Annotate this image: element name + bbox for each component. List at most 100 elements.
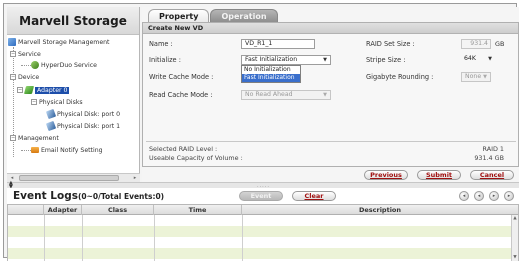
- event-log-title-text: Event Logs: [13, 190, 78, 202]
- stripe-size-selected-value: 64K: [464, 55, 476, 62]
- storage-manager-icon: [8, 38, 16, 46]
- tree-group-device-label: Device: [18, 73, 40, 81]
- application-frame: Marvell Storage Marvell Storage Manageme…: [3, 3, 519, 261]
- name-label: Name :: [149, 40, 173, 48]
- tree-item-disk-1-label: Physical Disk: port 1: [57, 122, 121, 130]
- tree-item-disk-0[interactable]: Physical Disk: port 0: [45, 108, 121, 120]
- raid-set-size-input[interactable]: 931.4: [461, 39, 491, 49]
- column-header-description[interactable]: Description: [242, 205, 518, 215]
- read-cache-selected-value: No Read Ahead: [245, 91, 293, 98]
- device-tree: Marvell Storage Management − Service Hyp…: [7, 35, 139, 165]
- table-row[interactable]: [8, 248, 511, 259]
- last-page-icon[interactable]: ▸: [504, 191, 514, 201]
- tree-connector: [21, 65, 31, 66]
- submit-button[interactable]: Submit: [417, 170, 461, 180]
- event-log-header: Event Logs(0~0/Total Events:0) Event Cle…: [7, 188, 519, 203]
- tree-root[interactable]: Marvell Storage Management: [8, 37, 109, 47]
- horizontal-scrollbar[interactable]: ◂ ▸: [7, 173, 140, 182]
- tree-item-email-notify[interactable]: Email Notify Setting: [31, 145, 103, 155]
- form-header: Create New VD: [143, 23, 518, 34]
- tab-bar: Property Operation: [142, 7, 519, 22]
- dropdown-arrow-icon[interactable]: ▼: [321, 57, 329, 63]
- stripe-size-label: Stripe Size :: [366, 56, 406, 64]
- column-header-time[interactable]: Time: [154, 205, 242, 215]
- event-log-rows: [8, 215, 511, 261]
- tree-item-hyperduo[interactable]: HyperDuo Service: [31, 60, 97, 70]
- read-cache-select[interactable]: No Read Ahead ▼: [241, 90, 331, 100]
- capacity-value: 931.4 GB: [474, 154, 504, 162]
- read-cache-label: Read Cache Mode :: [149, 91, 213, 99]
- content-panel: Property Operation Create New VD Name : …: [142, 7, 519, 182]
- gigabyte-rounding-label: Gigabyte Rounding :: [366, 73, 434, 81]
- raid-set-size-unit: GB: [495, 40, 505, 48]
- column-header-blank: [8, 205, 44, 215]
- tree-item-disk-0-label: Physical Disk: port 0: [57, 110, 121, 118]
- event-button[interactable]: Event: [239, 191, 283, 201]
- initialize-label: Initialize :: [149, 56, 181, 64]
- clear-button[interactable]: Clear: [292, 191, 336, 201]
- tree-group-service[interactable]: − Service: [10, 49, 41, 59]
- gigabyte-rounding-select[interactable]: None ▼: [461, 72, 491, 82]
- column-divider: [82, 215, 83, 261]
- stripe-size-select[interactable]: 64K ▼: [461, 55, 495, 65]
- adapter-icon: [23, 86, 35, 94]
- table-row[interactable]: [8, 215, 511, 226]
- collapse-icon[interactable]: −: [31, 99, 37, 105]
- event-log-count: (0~0/Total Events:0): [77, 192, 165, 201]
- capacity-label: Useable Capacity of Volume :: [149, 154, 243, 162]
- event-log-table: Adapter Class Time Description ▲ ▼: [7, 204, 519, 261]
- previous-page-icon[interactable]: ◂: [474, 191, 484, 201]
- next-page-icon[interactable]: ▸: [489, 191, 499, 201]
- dropdown-option[interactable]: No Initialization: [242, 66, 300, 74]
- tree-group-management[interactable]: − Management: [10, 133, 59, 143]
- tree-group-management-label: Management: [18, 134, 59, 142]
- dropdown-option[interactable]: Fast Initialization: [242, 74, 300, 82]
- event-log-title: Event Logs(0~0/Total Events:0): [13, 190, 164, 202]
- collapse-icon[interactable]: −: [10, 135, 16, 141]
- previous-button[interactable]: Previous: [364, 170, 408, 180]
- scroll-right-icon[interactable]: ▸: [131, 175, 139, 181]
- tree-item-adapter[interactable]: − Adapter 0: [17, 85, 70, 95]
- vertical-scrollbar[interactable]: ▲ ▼: [511, 215, 518, 261]
- create-vd-form: Create New VD Name : VD_R1_1 Initialize …: [142, 22, 519, 167]
- write-cache-label: Write Cache Mode :: [149, 73, 214, 81]
- dropdown-arrow-icon[interactable]: ▼: [481, 74, 489, 80]
- tree-connector: [21, 150, 31, 151]
- tree-item-physical-disks[interactable]: − Physical Disks: [31, 97, 83, 107]
- table-row[interactable]: [8, 237, 511, 248]
- app-title: Marvell Storage: [7, 7, 139, 35]
- raid-set-size-label: RAID Set Size :: [366, 40, 415, 48]
- scroll-up-icon[interactable]: ▲: [512, 216, 518, 221]
- tree-item-disk-1[interactable]: Physical Disk: port 1: [45, 120, 121, 132]
- column-header-adapter[interactable]: Adapter: [44, 205, 82, 215]
- collapse-icon[interactable]: −: [10, 51, 16, 57]
- tree-item-hyperduo-label: HyperDuo Service: [41, 61, 97, 69]
- name-input[interactable]: VD_R1_1: [241, 39, 315, 49]
- first-page-icon[interactable]: ◂: [459, 191, 469, 201]
- tab-operation[interactable]: Operation: [210, 9, 278, 22]
- dropdown-arrow-icon[interactable]: ▼: [486, 56, 494, 62]
- scroll-thumb[interactable]: [19, 175, 119, 181]
- vd-summary: Selected RAID Level : RAID 1 Useable Cap…: [146, 141, 516, 165]
- collapse-icon[interactable]: −: [17, 87, 23, 93]
- tree-item-physical-disks-label: Physical Disks: [39, 98, 83, 106]
- gigabyte-rounding-selected-value: None: [465, 73, 482, 80]
- initialize-select[interactable]: Fast Initialization ▼: [241, 55, 331, 65]
- column-divider: [154, 215, 155, 261]
- column-header-class[interactable]: Class: [82, 205, 154, 215]
- disk-icon: [45, 108, 57, 120]
- column-divider: [242, 215, 243, 261]
- scroll-down-icon[interactable]: ▼: [512, 255, 518, 260]
- tree-group-device[interactable]: − Device: [10, 72, 39, 82]
- raid-level-value: RAID 1: [482, 145, 504, 153]
- navigation-panel: Marvell Storage Marvell Storage Manageme…: [7, 7, 140, 182]
- collapse-icon[interactable]: −: [10, 74, 16, 80]
- tree-item-adapter-label: Adapter 0: [35, 86, 70, 94]
- initialize-dropdown-list: No Initialization Fast Initialization: [241, 65, 301, 83]
- table-row[interactable]: [8, 226, 511, 237]
- dropdown-arrow-icon[interactable]: ▼: [321, 92, 329, 98]
- tree-root-label: Marvell Storage Management: [18, 38, 110, 46]
- tab-property[interactable]: Property: [148, 9, 210, 22]
- raid-level-label: Selected RAID Level :: [149, 145, 218, 153]
- cancel-button[interactable]: Cancel: [470, 170, 514, 180]
